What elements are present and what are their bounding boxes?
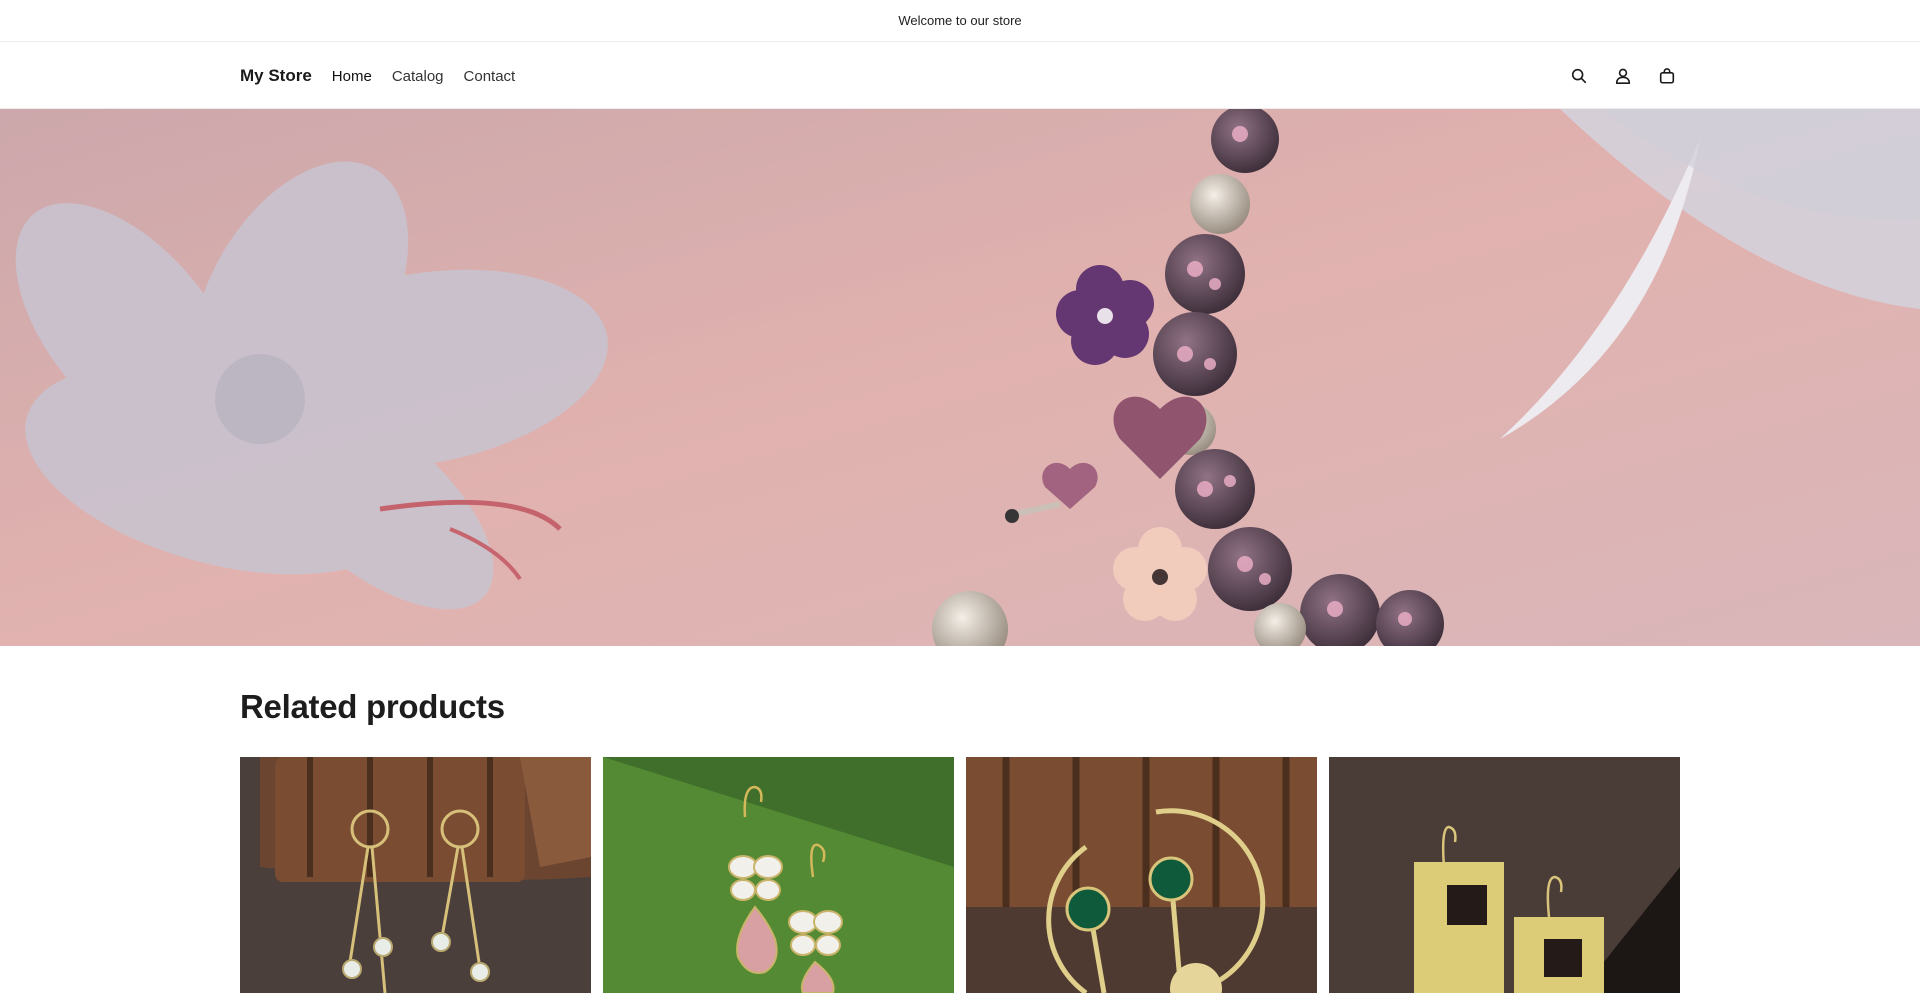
product-image-gold-square-earrings: [1329, 757, 1680, 993]
nav-home[interactable]: Home: [332, 68, 372, 85]
nav-catalog[interactable]: Catalog: [392, 68, 444, 85]
account-icon[interactable]: [1610, 63, 1636, 89]
product-image-butterfly-pink-earrings: [603, 757, 954, 993]
hero-banner: [0, 109, 1920, 646]
header-inner: My Store Home Catalog Contact: [240, 43, 1680, 109]
search-icon[interactable]: [1566, 63, 1592, 89]
product-image-green-stone-earrings: [966, 757, 1317, 993]
cart-icon[interactable]: [1654, 63, 1680, 89]
store-logo[interactable]: My Store: [240, 66, 312, 86]
product-card[interactable]: [240, 757, 591, 993]
main-nav: Home Catalog Contact: [332, 68, 515, 85]
nav-contact[interactable]: Contact: [464, 68, 516, 85]
header-icons: [1566, 63, 1680, 89]
product-card[interactable]: [1329, 757, 1680, 993]
product-card[interactable]: [603, 757, 954, 993]
related-products-title: Related products: [240, 688, 505, 725]
related-products-grid: [240, 757, 1680, 993]
product-image-gold-drop-earrings: [240, 757, 591, 993]
hero-image: [0, 109, 1920, 646]
product-card[interactable]: [966, 757, 1317, 993]
announcement-bar: Welcome to our store: [0, 0, 1920, 42]
announcement-text: Welcome to our store: [898, 13, 1022, 28]
site-header: My Store Home Catalog Contact: [0, 43, 1920, 109]
